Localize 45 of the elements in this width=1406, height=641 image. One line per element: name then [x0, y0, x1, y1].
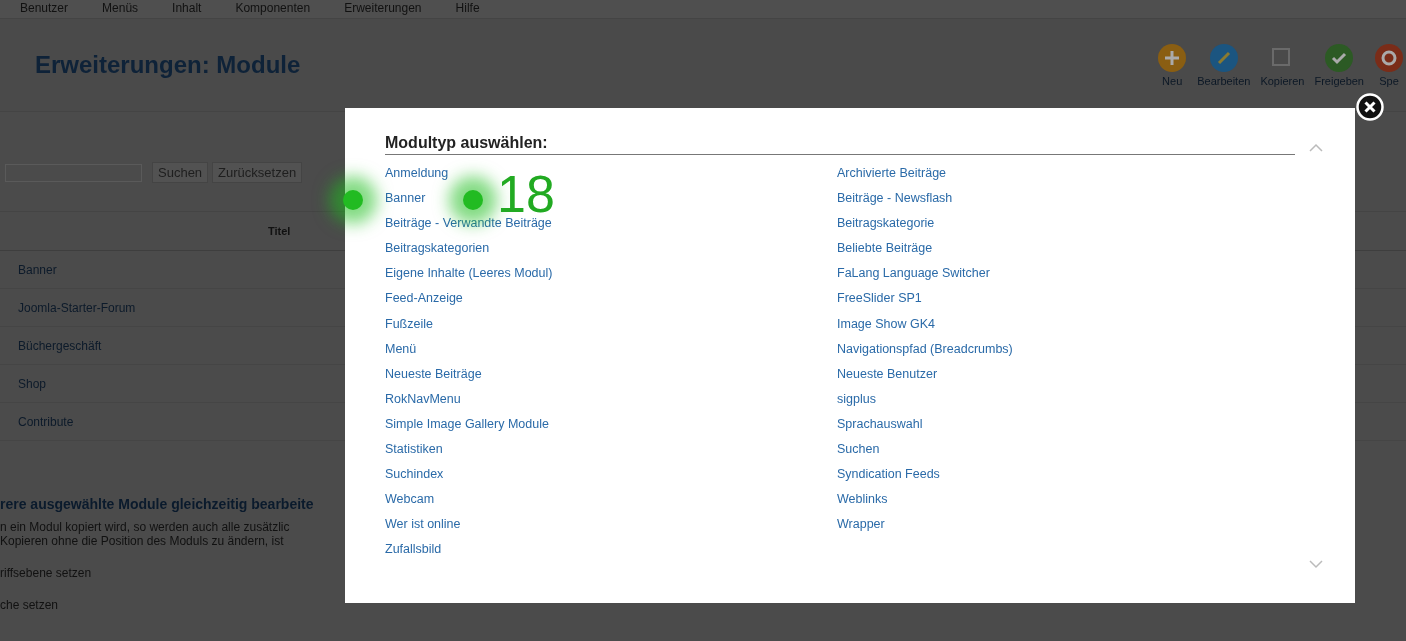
- module-type-link[interactable]: Suchen: [837, 437, 880, 463]
- module-type-link[interactable]: Neueste Benutzer: [837, 361, 938, 387]
- module-type-link[interactable]: Beitragskategorie: [837, 211, 935, 237]
- glow-marker: [343, 190, 363, 210]
- module-type-link[interactable]: Feed-Anzeige: [385, 286, 463, 312]
- module-type-link[interactable]: Menü: [385, 336, 417, 362]
- batch-text: n ein Modul kopiert wird, so werden auch alle zusätzlic: [0, 520, 290, 534]
- module-type-link[interactable]: Wrapper: [837, 512, 885, 538]
- module-type-link[interactable]: Beiträge - Newsflash: [837, 186, 953, 212]
- module-type-link[interactable]: Neueste Beiträge: [385, 361, 482, 387]
- module-type-link[interactable]: Statistiken: [385, 437, 443, 463]
- module-type-link[interactable]: Weblinks: [837, 487, 888, 513]
- scroll-up-icon[interactable]: [1309, 143, 1323, 152]
- module-type-link[interactable]: Beitragskategorien: [385, 236, 490, 262]
- module-type-link[interactable]: Navigationspfad (Breadcrumbs): [837, 336, 1013, 362]
- unpublish-icon: [1374, 43, 1404, 73]
- module-type-link[interactable]: Sprachauswahl: [837, 411, 923, 438]
- module-type-link[interactable]: FreeSlider SP1: [837, 286, 922, 312]
- module-type-link[interactable]: Beliebte Beiträge: [837, 236, 933, 262]
- batch-option: riffsebene setzen: [0, 566, 92, 580]
- module-type-link[interactable]: Syndication Feeds: [837, 462, 940, 488]
- module-type-link[interactable]: Webcam: [385, 487, 435, 513]
- module-type-link[interactable]: Image Show GK4: [837, 311, 935, 337]
- edit-icon: [1208, 43, 1239, 73]
- module-type-link[interactable]: Suchindex: [385, 462, 444, 488]
- dialog-title: Modultyp auswählen:: [385, 134, 1295, 155]
- scroll-down-icon[interactable]: [1309, 560, 1323, 569]
- batch-option: che setzen: [0, 598, 59, 612]
- module-type-link[interactable]: Eigene Inhalte (Leeres Modul): [385, 261, 553, 287]
- batch-text: Kopieren ohne die Position des Moduls zu ändern, ist: [0, 534, 284, 548]
- module-type-link[interactable]: Zufallsbild: [385, 537, 442, 563]
- publish-icon: [1324, 43, 1355, 73]
- module-type-link[interactable]: FaLang Language Switcher: [837, 261, 990, 287]
- batch-heading: rere ausgewählte Module gleichzeitig bearbeite: [0, 496, 314, 512]
- module-type-link[interactable]: Simple Image Gallery Module: [385, 411, 549, 438]
- module-type-link[interactable]: Banner: [385, 186, 426, 212]
- module-type-link[interactable]: Archivierte Beiträge: [837, 161, 947, 187]
- module-type-link[interactable]: Fußzeile: [385, 311, 433, 337]
- module-type-link[interactable]: Wer ist online: [385, 512, 461, 538]
- close-icon[interactable]: [1356, 93, 1384, 121]
- page-title: Erweiterungen: Module: [35, 51, 301, 79]
- module-type-link[interactable]: Anmeldung: [385, 161, 449, 187]
- module-type-link[interactable]: RokNavMenu: [385, 386, 461, 412]
- add-icon: [1157, 43, 1188, 73]
- module-type-link[interactable]: sigplus: [837, 386, 876, 412]
